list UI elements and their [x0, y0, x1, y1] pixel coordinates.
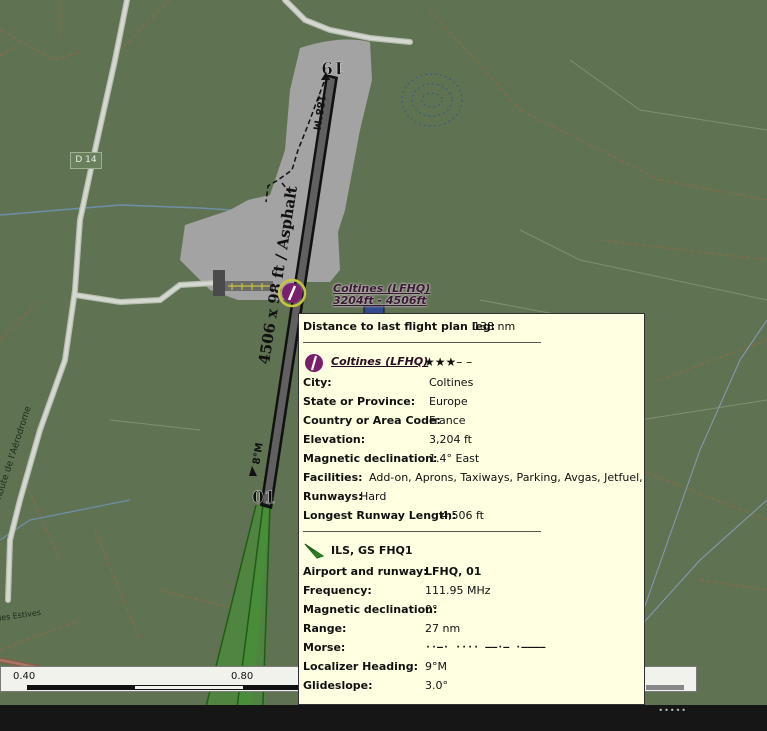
scale-segment-1 [27, 685, 135, 690]
row-key: Morse: [303, 641, 346, 654]
airport-symbol-icon[interactable] [277, 278, 307, 308]
row-value: 3,204 ft [429, 433, 472, 446]
ils-row: Frequency: 111.95 MHz [303, 581, 644, 600]
map-tooltip: Distance to last flight plan leg: 138 nm… [298, 313, 645, 705]
row-key: State or Province: [303, 395, 416, 408]
ils-row: Localizer Heading: 9°M [303, 657, 644, 676]
morse-code: ··–· ···· ––·– ·–––– [425, 642, 546, 653]
row-key: Magnetic declination: [303, 452, 438, 465]
ils-row: Magnetic declination: 0° [303, 600, 644, 619]
row-value: 4,506 ft [441, 509, 484, 522]
ils-feather-icon [304, 543, 325, 559]
airport-map-label[interactable]: Coltines (LFHQ) 3204ft - 4506ft [333, 283, 430, 307]
status-bar: ••••• [0, 705, 767, 731]
row-key: Frequency: [303, 584, 372, 597]
row-key: Range: [303, 622, 347, 635]
row-value: Coltines [429, 376, 474, 389]
row-value: 27 nm [425, 622, 461, 635]
airport-row: Country or Area Code: France [303, 411, 644, 430]
runway-end-19-label: 19 [321, 57, 345, 77]
row-key: Glideslope: [303, 679, 373, 692]
ils-title: ILS, GS FHQ1 [331, 544, 413, 557]
row-value: France [429, 414, 466, 427]
scale-segment-3 [243, 685, 299, 690]
distance-value: 138 nm [473, 320, 516, 333]
airport-row: Magnetic declination: 1.4° East [303, 449, 644, 468]
resize-grip-icon[interactable]: ••••• [658, 706, 687, 715]
airport-symbol-icon [305, 354, 323, 372]
airport-rating-stars: ★★★– – [424, 355, 473, 369]
distance-key: Distance to last flight plan leg: [303, 320, 496, 333]
airport-row: Runways: Hard [303, 487, 644, 506]
row-value: 1.4° East [429, 452, 480, 465]
row-value: Add-on, Aprons, Taxiways, Parking, Avgas… [369, 471, 645, 484]
distance-row: Distance to last flight plan leg: 138 nm [303, 317, 644, 336]
road-label-d14: D 14 [70, 152, 102, 169]
airport-section-header: Coltines (LFHQ) ★★★– – [303, 351, 644, 373]
row-key: Country or Area Code: [303, 414, 441, 427]
row-value: 0° [425, 603, 438, 616]
runway-end-01-label: 01 [252, 488, 276, 508]
scale-tick-040: 0.40 [13, 671, 36, 682]
ils-row: Morse: ··–· ···· ––·– ·–––– [303, 638, 644, 657]
row-value: Hard [360, 490, 387, 503]
airport-row: Longest Runway Length: 4,506 ft [303, 506, 644, 525]
row-key: Magnetic declination: [303, 603, 438, 616]
row-key: Localizer Heading: [303, 660, 419, 673]
row-value: 111.95 MHz [425, 584, 491, 597]
row-value: 3.0° [425, 679, 448, 692]
row-key: Elevation: [303, 433, 366, 446]
airport-row: State or Province: Europe [303, 392, 644, 411]
airport-row: Elevation: 3,204 ft [303, 430, 644, 449]
airport-map-label-elevation: 3204ft - 4506ft [333, 294, 427, 307]
row-key: Airport and runway: [303, 565, 428, 578]
ils-row: Glideslope: 3.0° [303, 676, 644, 695]
row-value: LFHQ, 01 [425, 565, 482, 578]
scale-segment-2 [135, 685, 243, 690]
airport-row: Facilities: Add-on, Aprons, Taxiways, Par… [303, 468, 644, 487]
row-key: Longest Runway Length: [303, 509, 457, 522]
divider [303, 342, 541, 343]
airport-row: City: Coltines [303, 373, 644, 392]
row-key: Facilities: [303, 471, 363, 484]
row-value: 9°M [425, 660, 447, 673]
scale-tick-080: 0.80 [231, 671, 254, 682]
airport-name-link[interactable]: Coltines (LFHQ) [331, 351, 428, 373]
ils-section-header: ILS, GS FHQ1 [303, 540, 644, 562]
ils-row: Airport and runway: LFHQ, 01 [303, 562, 644, 581]
row-value: Europe [429, 395, 468, 408]
row-key: Runways: [303, 490, 363, 503]
ils-row: Range: 27 nm [303, 619, 644, 638]
row-key: City: [303, 376, 332, 389]
scale-segment-end [646, 685, 684, 690]
divider [303, 531, 541, 532]
